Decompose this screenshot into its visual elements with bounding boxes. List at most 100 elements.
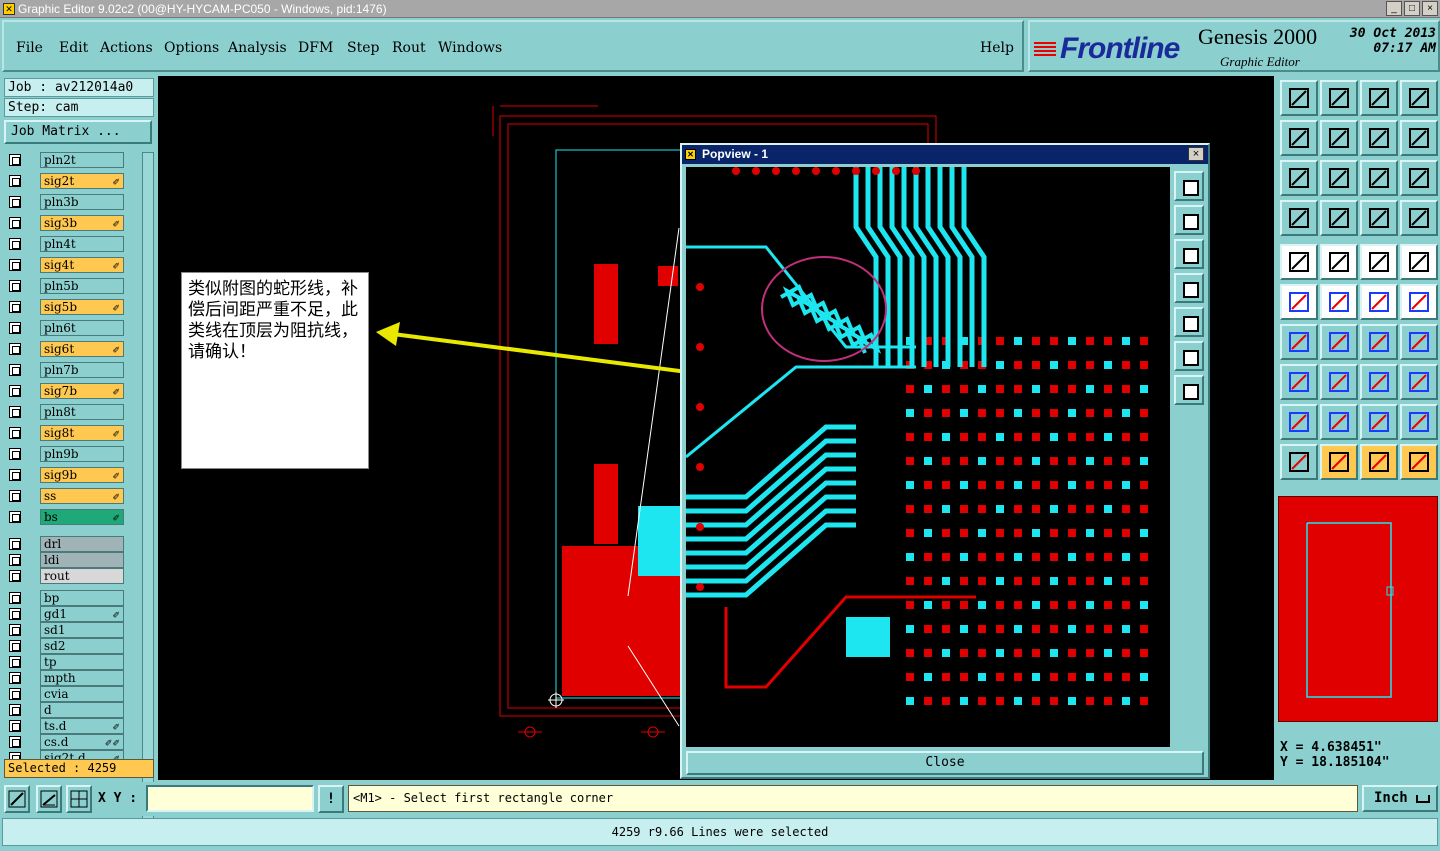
layer-row-tp[interactable]: tp <box>6 654 126 670</box>
layer-name[interactable]: pln4t <box>40 236 124 252</box>
layer-scrollbar[interactable] <box>142 152 154 830</box>
layer-checkbox[interactable] <box>9 469 21 481</box>
layer-row-drl[interactable]: drl <box>6 536 126 552</box>
menu-windows[interactable]: Windows <box>438 40 502 56</box>
layer-name[interactable]: sig5b ✐ <box>40 299 124 315</box>
layer-checkbox[interactable] <box>9 490 21 502</box>
house-icon[interactable] <box>1360 80 1398 116</box>
arch-alt-icon[interactable] <box>1400 404 1438 440</box>
layer-row-bp[interactable]: bp <box>6 590 126 606</box>
xy-input[interactable] <box>146 785 314 812</box>
layer-row-ss[interactable]: ss ✐ <box>6 488 126 504</box>
polygon-icon[interactable] <box>1320 244 1358 280</box>
layer-name[interactable]: drl <box>40 536 124 552</box>
layer-row-pln5b[interactable]: pln5b <box>6 278 126 294</box>
ff-icon[interactable] <box>1400 324 1438 360</box>
layer-name[interactable]: tp <box>40 654 124 670</box>
select-yellow-icon[interactable] <box>1360 444 1398 480</box>
circle-icon[interactable] <box>1400 244 1438 280</box>
overview-map[interactable] <box>1278 496 1438 722</box>
alert-button[interactable]: ! <box>318 785 344 813</box>
layer-checkbox[interactable] <box>9 624 21 636</box>
arch-icon[interactable] <box>1360 404 1398 440</box>
menu-edit[interactable]: Edit <box>59 40 88 56</box>
layer-checkbox[interactable] <box>9 538 21 550</box>
layer-row-pln3b[interactable]: pln3b <box>6 194 126 210</box>
triangle-icon[interactable] <box>1280 404 1318 440</box>
pan-left-icon[interactable] <box>1280 120 1318 156</box>
layer-checkbox[interactable] <box>9 592 21 604</box>
layer-name[interactable]: sig3b ✐ <box>40 215 124 231</box>
layer-name[interactable]: sig9b ✐ <box>40 467 124 483</box>
layer-checkbox[interactable] <box>9 385 21 397</box>
layer-name[interactable]: pln7b <box>40 362 124 378</box>
layer-row-sig3b[interactable]: sig3b ✐ <box>6 215 126 231</box>
layer-name[interactable]: pln9b <box>40 446 124 462</box>
layer-checkbox[interactable] <box>9 196 21 208</box>
layer-row-pln6t[interactable]: pln6t <box>6 320 126 336</box>
layer-row-ldi[interactable]: ldi <box>6 552 126 568</box>
layer-checkbox[interactable] <box>9 554 21 566</box>
layer-checkbox[interactable] <box>9 259 21 271</box>
layer-row-sig2t[interactable]: sig2t ✐ <box>6 173 126 189</box>
layer-name[interactable]: rout <box>40 568 124 584</box>
menu-rout[interactable]: Rout <box>392 40 426 56</box>
grid-icon[interactable] <box>66 785 92 813</box>
dimension-icon[interactable] <box>1360 364 1398 400</box>
layer-checkbox[interactable] <box>9 688 21 700</box>
pad-icon[interactable] <box>1280 244 1318 280</box>
layer-name[interactable]: pln5b <box>40 278 124 294</box>
center-icon[interactable] <box>1320 160 1358 196</box>
layer-checkbox[interactable] <box>9 448 21 460</box>
layer-row-pln7b[interactable]: pln7b <box>6 362 126 378</box>
layer-name[interactable]: sig7b ✐ <box>40 383 124 399</box>
layer-checkbox[interactable] <box>9 154 21 166</box>
slash-icon[interactable] <box>1320 324 1358 360</box>
grid-tool-icon[interactable] <box>1320 200 1358 236</box>
menu-analysis[interactable]: Analysis <box>228 40 287 56</box>
popview-close-icon[interactable]: × <box>1188 147 1204 161</box>
popview-right-icon[interactable] <box>1174 307 1204 337</box>
layer-name[interactable]: pln3b <box>40 194 124 210</box>
route-icon[interactable] <box>1400 444 1438 480</box>
layer-color-icon[interactable] <box>1360 200 1398 236</box>
layer-row-pln2t[interactable]: pln2t <box>6 152 126 168</box>
layer-checkbox[interactable] <box>9 280 21 292</box>
layer-checkbox[interactable] <box>9 656 21 668</box>
close-window-button[interactable]: × <box>1422 1 1438 16</box>
query-icon[interactable] <box>1400 160 1438 196</box>
layer-name[interactable]: sd1 <box>40 622 124 638</box>
zoom-in-icon[interactable] <box>1320 80 1358 116</box>
layer-checkbox[interactable] <box>9 217 21 229</box>
menu-options[interactable]: Options <box>164 40 219 56</box>
layer-checkbox[interactable] <box>9 175 21 187</box>
layer-row-pln4t[interactable]: pln4t <box>6 236 126 252</box>
minus-icon[interactable] <box>1320 364 1358 400</box>
drill-icon[interactable] <box>1280 364 1318 400</box>
layer-row-sd2[interactable]: sd2 <box>6 638 126 654</box>
layer-checkbox[interactable] <box>9 736 21 748</box>
snap-tool-icon[interactable] <box>1280 200 1318 236</box>
menu-actions[interactable]: Actions <box>100 40 153 56</box>
layer-row-gd1[interactable]: gd1 ✐ <box>6 606 126 622</box>
layer-checkbox[interactable] <box>9 343 21 355</box>
layer-name[interactable]: bs ✐ <box>40 509 124 525</box>
popview-close-button[interactable]: Close <box>686 751 1204 775</box>
layer-row-sig8t[interactable]: sig8t ✐ <box>6 425 126 441</box>
layer-checkbox[interactable] <box>9 364 21 376</box>
layer-color-alt-icon[interactable] <box>1400 200 1438 236</box>
window-icon[interactable] <box>1400 80 1438 116</box>
layer-name[interactable]: ss ✐ <box>40 488 124 504</box>
popview-home-icon[interactable] <box>1174 375 1204 405</box>
popview-canvas[interactable] <box>686 167 1170 747</box>
layer-name[interactable]: sd2 <box>40 638 124 654</box>
layer-row-ts-d[interactable]: ts.d ✐ <box>6 718 126 734</box>
layer-checkbox[interactable] <box>9 238 21 250</box>
minimize-button[interactable]: _ <box>1386 1 1402 16</box>
line-icon[interactable] <box>1360 284 1398 320</box>
layer-checkbox[interactable] <box>9 570 21 582</box>
layer-name[interactable]: pln8t <box>40 404 124 420</box>
layer-row-pln9b[interactable]: pln9b <box>6 446 126 462</box>
menu-step[interactable]: Step <box>347 40 379 56</box>
layer-name[interactable]: ldi <box>40 552 124 568</box>
